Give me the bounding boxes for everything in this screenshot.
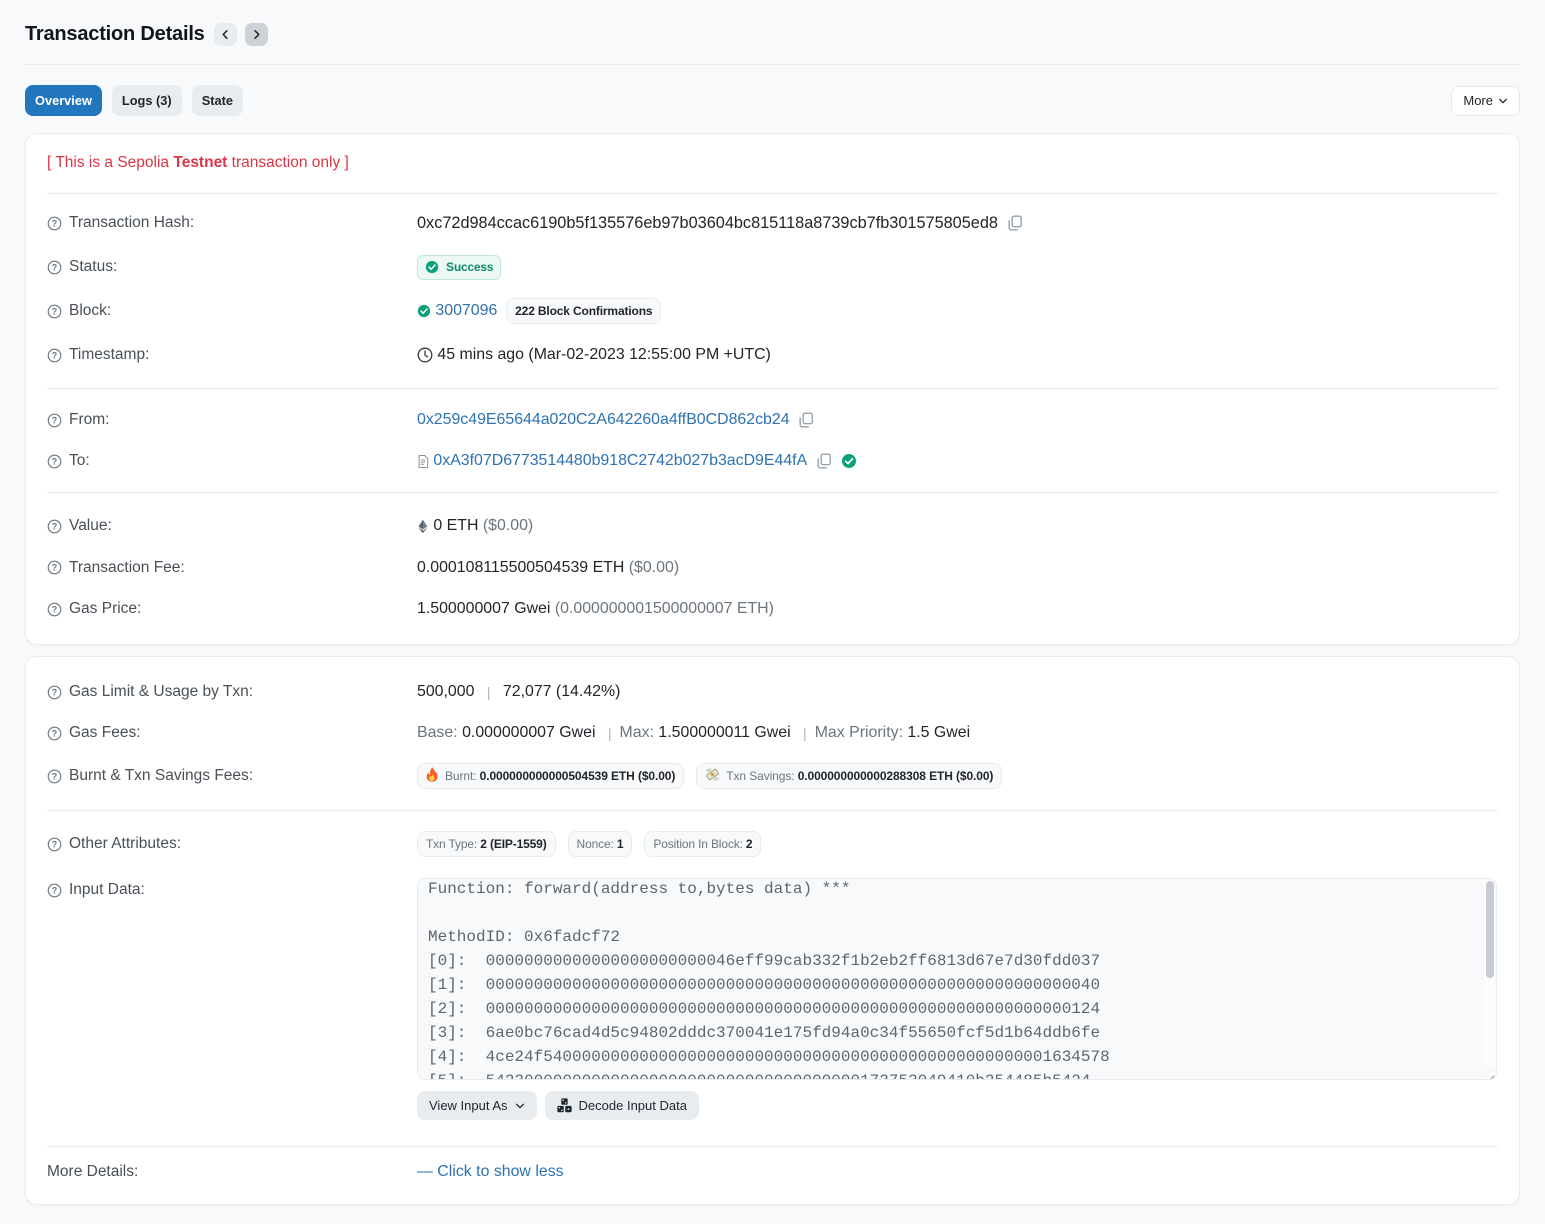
svg-text:?: ?	[52, 262, 57, 272]
svg-text:?: ?	[52, 456, 57, 466]
svg-text:?: ?	[52, 350, 57, 360]
svg-text:?: ?	[52, 728, 57, 738]
svg-text:?: ?	[52, 771, 57, 781]
svg-text:?: ?	[52, 687, 57, 697]
svg-text:?: ?	[52, 885, 57, 895]
svg-text:?: ?	[52, 306, 57, 316]
svg-text:?: ?	[52, 218, 57, 228]
svg-text:?: ?	[52, 604, 57, 614]
svg-text:?: ?	[52, 415, 57, 425]
svg-text:?: ?	[52, 839, 57, 849]
svg-text:?: ?	[52, 563, 57, 573]
svg-text:?: ?	[52, 521, 57, 531]
